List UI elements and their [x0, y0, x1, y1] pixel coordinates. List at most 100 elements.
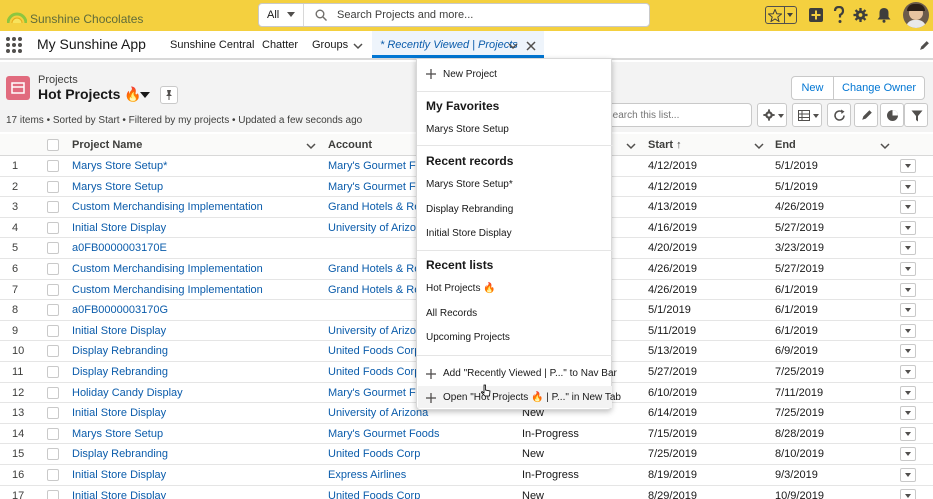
row-checkbox[interactable] — [47, 345, 59, 358]
project-name-link[interactable]: Custom Merchandising Implementation — [72, 263, 312, 275]
row-checkbox[interactable] — [47, 160, 59, 172]
list-view-title[interactable]: Hot Projects 🔥 — [38, 86, 142, 103]
change-owner-button[interactable]: Change Owner — [833, 76, 925, 100]
column-header-start[interactable]: Start ↑ — [648, 139, 682, 151]
row-actions-button[interactable] — [900, 488, 916, 499]
brand-logo[interactable]: Sunshine Chocolates — [5, 4, 145, 28]
row-actions-button[interactable] — [900, 282, 916, 297]
project-name-link[interactable]: Display Rebranding — [72, 366, 312, 378]
row-checkbox[interactable] — [47, 283, 59, 296]
row-actions-button[interactable] — [900, 262, 916, 276]
row-actions-button[interactable] — [900, 447, 916, 462]
refresh-button[interactable] — [827, 103, 851, 127]
menu-item-recent-record[interactable]: Marys Store Setup* — [426, 179, 513, 190]
project-name-link[interactable]: Initial Store Display — [72, 222, 312, 234]
display-as-button[interactable] — [792, 103, 822, 127]
select-all-checkbox[interactable] — [47, 139, 59, 151]
help-icon[interactable] — [832, 6, 846, 24]
project-name-link[interactable]: Initial Store Display — [72, 469, 312, 481]
chevron-down-icon[interactable] — [880, 141, 890, 151]
project-name-link[interactable]: Marys Store Setup* — [72, 160, 312, 172]
row-actions-button[interactable] — [900, 323, 916, 338]
row-checkbox[interactable] — [47, 448, 59, 461]
project-name-link[interactable]: a0FB0000003170E — [72, 242, 312, 254]
row-actions-button[interactable] — [900, 365, 916, 379]
row-checkbox[interactable] — [47, 489, 59, 499]
row-checkbox[interactable] — [47, 201, 59, 214]
charts-button[interactable] — [880, 103, 904, 127]
row-actions-button[interactable] — [900, 200, 916, 215]
user-avatar[interactable] — [903, 2, 929, 28]
menu-item-new-project[interactable]: New Project — [443, 69, 497, 80]
project-name-link[interactable]: Custom Merchandising Implementation — [72, 201, 312, 213]
project-name-link[interactable]: Initial Store Display — [72, 325, 312, 337]
row-checkbox[interactable] — [47, 407, 59, 420]
menu-item-recent-record[interactable]: Initial Store Display — [426, 228, 512, 239]
project-name-link[interactable]: Display Rebranding — [72, 345, 312, 357]
row-checkbox[interactable] — [47, 366, 59, 378]
notification-bell-icon[interactable] — [877, 6, 891, 24]
project-name-link[interactable]: Holiday Candy Display — [72, 387, 312, 399]
column-header-end[interactable]: End — [775, 139, 796, 151]
menu-item-recent-list[interactable]: Hot Projects 🔥 — [426, 283, 496, 294]
chevron-down-icon[interactable] — [626, 141, 636, 151]
app-launcher-icon[interactable] — [6, 37, 22, 53]
row-actions-button[interactable] — [900, 426, 916, 441]
favorites-button[interactable] — [765, 6, 797, 24]
chevron-down-icon[interactable] — [508, 41, 518, 51]
account-link[interactable]: United Foods Corp — [328, 490, 478, 499]
row-actions-button[interactable] — [900, 220, 916, 235]
search-scope-select[interactable]: All — [259, 4, 304, 26]
chevron-down-icon[interactable] — [754, 141, 764, 151]
row-actions-button[interactable] — [900, 385, 916, 400]
account-link[interactable]: Mary's Gourmet Foods — [328, 428, 478, 440]
row-checkbox[interactable] — [47, 180, 59, 193]
list-settings-button[interactable] — [757, 103, 787, 127]
list-view-picker-icon[interactable] — [140, 92, 150, 98]
row-actions-button[interactable] — [900, 159, 916, 173]
row-actions-button[interactable] — [900, 179, 916, 194]
row-checkbox[interactable] — [47, 324, 59, 337]
list-search-input[interactable] — [600, 103, 752, 127]
column-header-account[interactable]: Account — [328, 139, 372, 151]
row-checkbox[interactable] — [47, 469, 59, 481]
project-name-link[interactable]: Display Rebranding — [72, 448, 312, 460]
menu-item-recent-record[interactable]: Display Rebranding — [426, 204, 513, 215]
new-button[interactable]: New — [791, 76, 834, 100]
row-checkbox[interactable] — [47, 263, 59, 275]
project-name-link[interactable]: Initial Store Display — [72, 407, 312, 419]
chevron-down-icon[interactable] — [353, 41, 363, 51]
nav-item-sunshine-central[interactable]: Sunshine Central — [170, 39, 254, 51]
pin-button[interactable] — [160, 86, 178, 104]
search-input[interactable] — [337, 5, 637, 25]
row-actions-button[interactable] — [900, 303, 916, 318]
row-actions-button[interactable] — [900, 406, 916, 421]
project-name-link[interactable]: Initial Store Display — [72, 490, 312, 499]
row-checkbox[interactable] — [47, 304, 59, 317]
project-name-link[interactable]: a0FB0000003170G — [72, 304, 312, 316]
menu-item-favorite[interactable]: Marys Store Setup — [426, 124, 509, 135]
tab-recently-viewed-projects[interactable]: * Recently Viewed | Projects — [372, 31, 544, 58]
row-checkbox[interactable] — [47, 386, 59, 399]
project-name-link[interactable]: Custom Merchandising Implementation — [72, 284, 312, 296]
edit-list-button[interactable] — [854, 103, 878, 127]
filter-button[interactable] — [904, 103, 928, 127]
row-checkbox[interactable] — [47, 221, 59, 234]
column-header-project-name[interactable]: Project Name — [72, 139, 142, 151]
global-actions-icon[interactable] — [808, 6, 824, 24]
row-actions-button[interactable] — [900, 241, 916, 256]
close-icon[interactable] — [526, 41, 536, 51]
project-name-link[interactable]: Marys Store Setup — [72, 181, 312, 193]
row-checkbox[interactable] — [47, 427, 59, 440]
row-actions-button[interactable] — [900, 468, 916, 482]
nav-item-chatter[interactable]: Chatter — [262, 39, 298, 51]
project-name-link[interactable]: Marys Store Setup — [72, 428, 312, 440]
row-checkbox[interactable] — [47, 242, 59, 255]
menu-item-add-to-nav-bar[interactable]: Add "Recently Viewed | P..." to Nav Bar — [443, 368, 617, 379]
menu-item-recent-list[interactable]: Upcoming Projects — [426, 332, 510, 343]
account-link[interactable]: United Foods Corp — [328, 448, 478, 460]
nav-item-groups[interactable]: Groups — [312, 39, 348, 51]
row-actions-button[interactable] — [900, 344, 916, 359]
account-link[interactable]: Express Airlines — [328, 469, 478, 481]
edit-nav-pencil-icon[interactable] — [919, 40, 930, 51]
